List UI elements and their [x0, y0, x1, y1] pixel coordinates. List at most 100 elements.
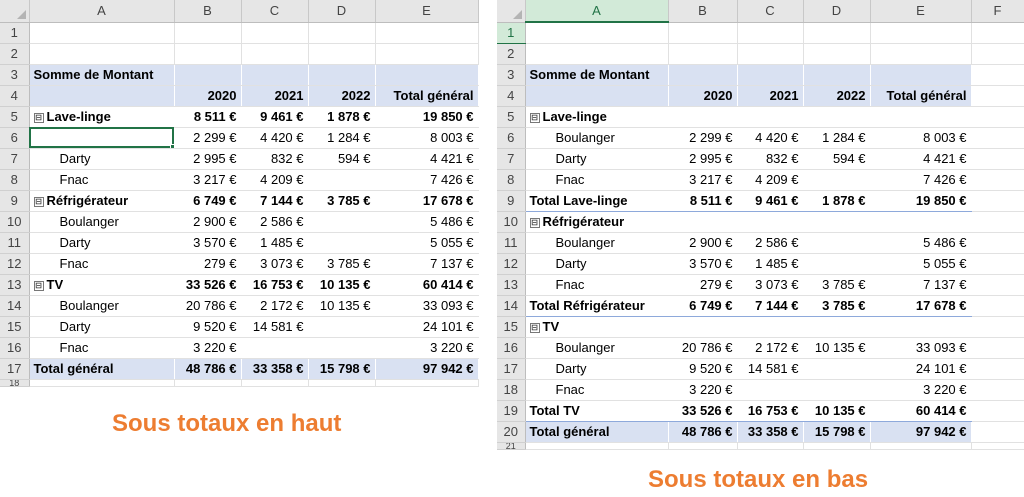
- cell[interactable]: [971, 127, 1024, 149]
- subtotal-label[interactable]: Total Réfrigérateur: [525, 294, 668, 317]
- item-value[interactable]: 1 485 €: [241, 232, 308, 254]
- grand-total-value[interactable]: 33 358 €: [241, 357, 308, 380]
- row-header[interactable]: 7: [497, 148, 526, 170]
- row-header[interactable]: 18: [497, 379, 526, 401]
- item-value[interactable]: 24 101 €: [375, 316, 478, 338]
- cell[interactable]: [971, 43, 1024, 65]
- item-label[interactable]: Fnac: [29, 169, 174, 191]
- item-value[interactable]: 7 137 €: [870, 274, 971, 296]
- row-header[interactable]: 1: [0, 22, 30, 44]
- cell[interactable]: [241, 22, 309, 44]
- cell[interactable]: [668, 210, 737, 233]
- item-value[interactable]: 14 581 €: [241, 316, 308, 338]
- subtotal-value[interactable]: 8 511 €: [668, 189, 737, 212]
- column-header-E[interactable]: E: [870, 0, 972, 23]
- item-label[interactable]: Fnac: [29, 337, 174, 359]
- item-value[interactable]: 4 209 €: [737, 169, 803, 191]
- row-header[interactable]: 9: [497, 190, 526, 212]
- cell[interactable]: [29, 22, 175, 44]
- cell[interactable]: [870, 22, 972, 44]
- item-value[interactable]: [308, 232, 375, 254]
- cell[interactable]: [375, 379, 479, 387]
- item-value[interactable]: [308, 169, 375, 191]
- row-header[interactable]: 14: [497, 295, 526, 317]
- cell[interactable]: [870, 105, 971, 128]
- item-value[interactable]: 8 003 €: [870, 127, 971, 149]
- group-label[interactable]: ⊟ Réfrigérateur: [29, 189, 174, 212]
- item-value[interactable]: 3 220 €: [375, 337, 478, 359]
- item-value[interactable]: 832 €: [737, 148, 803, 170]
- row-header[interactable]: 6: [497, 127, 526, 149]
- row-header[interactable]: 20: [497, 421, 526, 443]
- item-label[interactable]: Boulanger: [29, 295, 174, 317]
- cell[interactable]: [737, 43, 804, 65]
- item-value[interactable]: 594 €: [803, 148, 870, 170]
- item-value[interactable]: [241, 337, 308, 359]
- cell[interactable]: [870, 43, 972, 65]
- column-header-F[interactable]: F: [971, 0, 1024, 23]
- group-label[interactable]: ⊟ Lave-linge: [525, 105, 668, 128]
- cell[interactable]: [308, 379, 376, 387]
- group-value[interactable]: 9 461 €: [241, 105, 308, 128]
- cell[interactable]: [174, 22, 242, 44]
- cell[interactable]: [971, 295, 1024, 317]
- row-header[interactable]: 4: [497, 85, 526, 107]
- subtotal-value[interactable]: 10 135 €: [803, 399, 870, 422]
- pivot-header-label[interactable]: Somme de Montant: [525, 64, 668, 86]
- item-value[interactable]: 2 995 €: [174, 148, 241, 170]
- item-value[interactable]: 832 €: [241, 148, 308, 170]
- cell[interactable]: [971, 232, 1024, 254]
- collapse-toggle-icon[interactable]: ⊟: [33, 112, 44, 123]
- row-header[interactable]: 2: [0, 43, 30, 65]
- cell[interactable]: [668, 442, 738, 450]
- column-header-C[interactable]: C: [241, 0, 309, 23]
- item-label[interactable]: Darty: [29, 232, 174, 254]
- item-value[interactable]: 33 093 €: [870, 337, 971, 359]
- item-value[interactable]: 3 220 €: [174, 337, 241, 359]
- cell[interactable]: [308, 64, 375, 86]
- row-header[interactable]: 3: [0, 64, 30, 86]
- item-value[interactable]: [803, 358, 870, 380]
- item-value[interactable]: 7 426 €: [375, 169, 478, 191]
- item-value[interactable]: 8 003 €: [375, 127, 478, 149]
- row-header[interactable]: 15: [0, 316, 30, 338]
- collapse-toggle-icon[interactable]: ⊟: [33, 280, 44, 291]
- subtotal-value[interactable]: 17 678 €: [870, 294, 971, 317]
- row-header[interactable]: 5: [0, 106, 30, 128]
- group-value[interactable]: 10 135 €: [308, 273, 375, 296]
- group-label[interactable]: ⊟ TV: [29, 273, 174, 296]
- cell[interactable]: [241, 64, 308, 86]
- item-value[interactable]: 2 172 €: [737, 337, 803, 359]
- cell[interactable]: [971, 274, 1024, 296]
- row-header[interactable]: 10: [0, 211, 30, 233]
- row-header[interactable]: 15: [497, 316, 526, 338]
- item-value[interactable]: 33 093 €: [375, 295, 478, 317]
- item-value[interactable]: 3 785 €: [803, 274, 870, 296]
- cell[interactable]: [668, 64, 737, 86]
- cell[interactable]: [971, 337, 1024, 359]
- item-value[interactable]: 5 486 €: [375, 211, 478, 233]
- year-header[interactable]: 2020: [174, 85, 241, 107]
- grand-total-value[interactable]: 15 798 €: [308, 357, 375, 380]
- item-label[interactable]: Darty: [525, 148, 668, 170]
- column-header-E[interactable]: E: [375, 0, 479, 23]
- cell[interactable]: [971, 358, 1024, 380]
- item-label[interactable]: Darty: [29, 316, 174, 338]
- item-value[interactable]: 2 299 €: [174, 127, 241, 149]
- cell[interactable]: [174, 379, 242, 387]
- item-value[interactable]: 2 586 €: [737, 232, 803, 254]
- column-header-C[interactable]: C: [737, 0, 804, 23]
- cell[interactable]: [308, 22, 376, 44]
- column-header-B[interactable]: B: [668, 0, 738, 23]
- item-value[interactable]: 3 073 €: [737, 274, 803, 296]
- item-value[interactable]: 14 581 €: [737, 358, 803, 380]
- cell[interactable]: [737, 64, 803, 86]
- item-label[interactable]: Darty: [525, 358, 668, 380]
- pivot-header-label[interactable]: Somme de Montant: [29, 64, 174, 86]
- row-header[interactable]: 18: [0, 379, 30, 387]
- group-value[interactable]: 8 511 €: [174, 105, 241, 128]
- cell[interactable]: [803, 64, 870, 86]
- item-value[interactable]: 3 785 €: [308, 253, 375, 275]
- item-label[interactable]: Boulanger: [525, 337, 668, 359]
- item-value[interactable]: 2 299 €: [668, 127, 737, 149]
